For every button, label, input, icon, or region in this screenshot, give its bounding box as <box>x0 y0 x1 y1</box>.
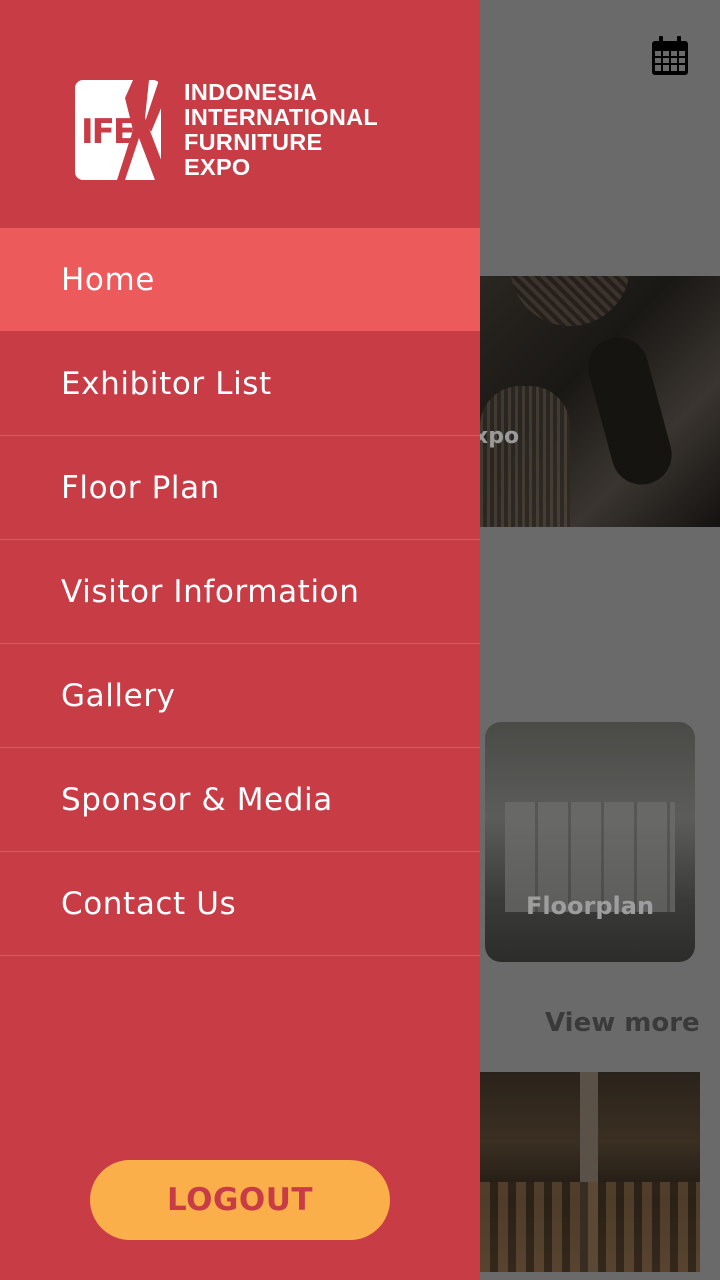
calendar-icon[interactable] <box>651 36 689 76</box>
menu-item-label: Gallery <box>61 677 176 714</box>
menu-item-label: Contact Us <box>61 885 237 922</box>
floorplan-card[interactable]: Floorplan <box>485 722 695 962</box>
drawer-menu: Home Exhibitor List Floor Plan Visitor I… <box>0 228 480 956</box>
menu-item-label: Exhibitor List <box>61 365 272 402</box>
menu-item-label: Sponsor & Media <box>61 781 333 818</box>
hero-chair-image <box>480 386 570 527</box>
menu-item-label: Home <box>61 261 155 298</box>
menu-item-visitor-information[interactable]: Visitor Information <box>0 540 480 644</box>
hero-banner: xpo <box>480 276 720 527</box>
menu-item-label: Floor Plan <box>61 469 220 506</box>
logo-line: INTERNATIONAL <box>184 104 379 130</box>
logout-button[interactable]: LOGOUT <box>90 1160 390 1240</box>
menu-item-contact-us[interactable]: Contact Us <box>0 852 480 956</box>
menu-item-gallery[interactable]: Gallery <box>0 644 480 748</box>
hero-caption: xpo <box>480 424 520 449</box>
hero-lamp-image <box>510 276 630 326</box>
logo-line: EXPO <box>184 154 251 180</box>
menu-item-sponsor-media[interactable]: Sponsor & Media <box>0 748 480 852</box>
logo-wordmark: INDONESIA INTERNATIONAL FURNITURE EXPO <box>184 80 378 180</box>
menu-item-exhibitor-list[interactable]: Exhibitor List <box>0 332 480 436</box>
logo-x-shape <box>117 80 173 180</box>
logo-line: INDONESIA <box>184 79 318 105</box>
gallery-thumbnail-furniture <box>480 1182 700 1272</box>
menu-item-label: Visitor Information <box>61 573 360 610</box>
logout-label: LOGOUT <box>166 1182 314 1218</box>
navigation-drawer: IFE INDONESIA INTERNATIONAL FURNITURE EX… <box>0 0 480 1280</box>
hero-plant-image <box>581 330 679 492</box>
menu-item-home[interactable]: Home <box>0 228 480 332</box>
logo-line: FURNITURE <box>184 129 323 155</box>
ifex-logo: IFE INDONESIA INTERNATIONAL FURNITURE EX… <box>75 80 405 182</box>
menu-item-floor-plan[interactable]: Floor Plan <box>0 436 480 540</box>
view-more-link[interactable]: View more <box>545 1008 700 1038</box>
gallery-thumbnail[interactable] <box>480 1072 700 1272</box>
floorplan-card-label: Floorplan <box>525 892 655 920</box>
drawer-header: IFE INDONESIA INTERNATIONAL FURNITURE EX… <box>0 0 480 228</box>
